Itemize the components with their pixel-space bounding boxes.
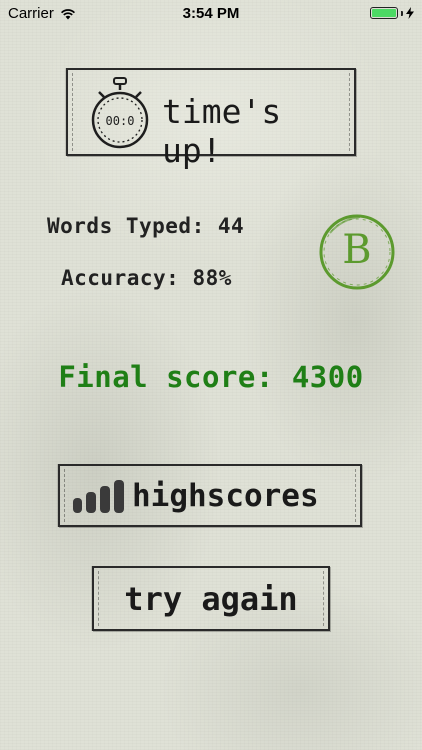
stopwatch: 00:0 xyxy=(90,76,150,150)
battery-icon xyxy=(370,7,398,19)
times-up-banner: 00:0 time's up! xyxy=(66,68,356,170)
accuracy-stat: Accuracy: 88% xyxy=(61,266,232,290)
words-typed-label: Words Typed: xyxy=(47,214,205,238)
final-score: Final score: 4300 xyxy=(0,360,422,394)
accuracy-value: 88% xyxy=(192,266,232,290)
stopwatch-time: 00:0 xyxy=(105,114,135,128)
final-score-label: Final score: xyxy=(58,360,274,394)
final-score-value: 4300 xyxy=(291,360,364,394)
bar-chart-icon xyxy=(73,480,124,513)
charging-bolt-icon xyxy=(406,7,414,19)
battery-tip xyxy=(401,10,403,16)
try-again-label: try again xyxy=(124,579,298,618)
accuracy-label: Accuracy: xyxy=(61,266,180,290)
stopwatch-icon xyxy=(91,77,149,149)
battery-indicator xyxy=(370,7,414,19)
grade-badge: B xyxy=(316,211,398,293)
try-again-button[interactable]: try again xyxy=(92,566,330,631)
highscores-label: highscores xyxy=(132,478,319,514)
times-up-label: time's up! xyxy=(162,92,282,170)
grade-letter: B xyxy=(342,227,372,273)
words-typed-value: 44 xyxy=(217,214,245,238)
highscores-button[interactable]: highscores xyxy=(58,464,362,527)
status-bar: Carrier 3:54 PM xyxy=(0,0,422,28)
status-time: 3:54 PM xyxy=(182,5,240,22)
words-typed-stat: Words Typed: 44 xyxy=(47,214,244,238)
battery-level xyxy=(372,9,396,17)
